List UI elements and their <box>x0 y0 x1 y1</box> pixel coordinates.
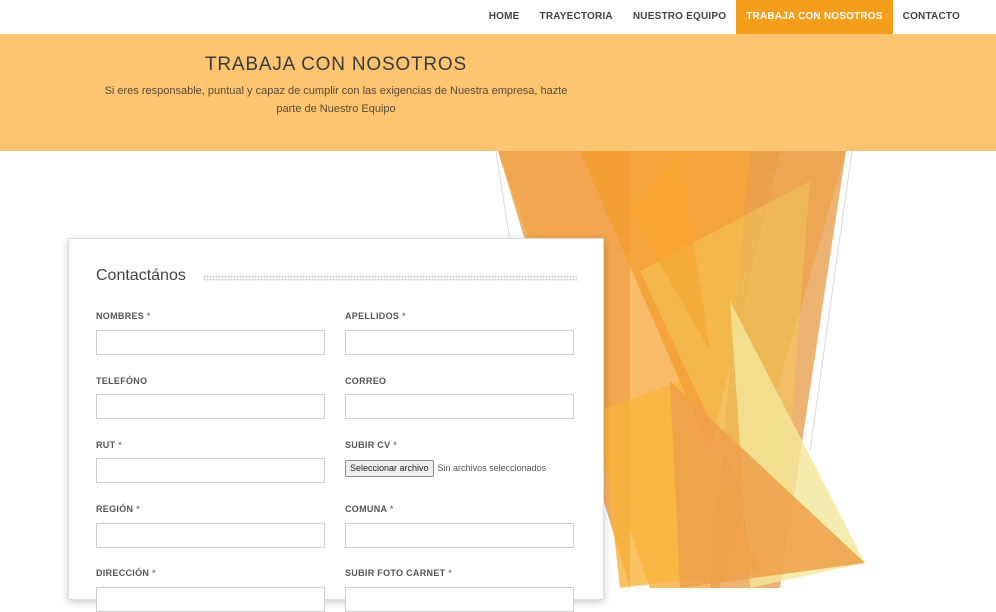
nav-item-home[interactable]: HOME <box>479 0 530 34</box>
nombres-field[interactable] <box>96 330 325 355</box>
title-dotted-divider <box>203 275 577 281</box>
rut-label: RUT * <box>96 440 123 450</box>
top-navigation: HOME TRAYECTORIA NUESTRO EQUIPO TRABAJA … <box>0 0 996 35</box>
direccion-field[interactable] <box>96 587 325 612</box>
hero-banner: TRABAJA CON NOSOTROS Si eres responsable… <box>0 34 996 151</box>
cv-file-upload: Seleccionar archivo Sin archivos selecci… <box>345 459 546 477</box>
page-subtitle: Si eres responsable, puntual y capaz de … <box>104 85 568 115</box>
nav-item-trabaja-con-nosotros[interactable]: TRABAJA CON NOSOTROS <box>736 0 893 34</box>
telefono-field[interactable] <box>96 394 325 419</box>
correo-label: CORREO <box>345 376 387 386</box>
page-title: TRABAJA CON NOSOTROS <box>205 54 467 75</box>
comuna-label: COMUNA * <box>345 504 394 514</box>
apellidos-label: APELLIDOS * <box>345 311 406 321</box>
region-label: REGIÓN * <box>96 504 140 514</box>
contact-form-card: Contactános NOMBRES * APELLIDOS * TELEFÓ… <box>68 238 604 612</box>
telefono-label: TELEFÓNO <box>96 376 148 386</box>
cv-file-status: Sin archivos seleccionados <box>437 463 547 473</box>
comuna-field[interactable] <box>345 523 574 548</box>
region-field[interactable] <box>96 523 325 548</box>
cv-select-file-button[interactable]: Seleccionar archivo <box>345 459 434 477</box>
correo-field[interactable] <box>345 394 574 419</box>
nav-item-nuestro-equipo[interactable]: NUESTRO EQUIPO <box>623 0 736 34</box>
apellidos-field[interactable] <box>345 330 574 355</box>
nav-item-contacto[interactable]: CONTACTO <box>893 0 970 34</box>
foto-carnet-field[interactable] <box>345 587 574 612</box>
rut-field[interactable] <box>96 458 325 483</box>
form-title: Contactános <box>96 267 186 284</box>
subir-cv-label: SUBIR CV * <box>345 440 398 450</box>
nombres-label: NOMBRES * <box>96 311 151 321</box>
nav-item-trayectoria[interactable]: TRAYECTORIA <box>530 0 623 34</box>
nav-menu: HOME TRAYECTORIA NUESTRO EQUIPO TRABAJA … <box>479 0 970 34</box>
foto-carnet-label: SUBIR FOTO CARNET * <box>345 568 453 578</box>
direccion-label: DIRECCIÓN * <box>96 568 156 578</box>
